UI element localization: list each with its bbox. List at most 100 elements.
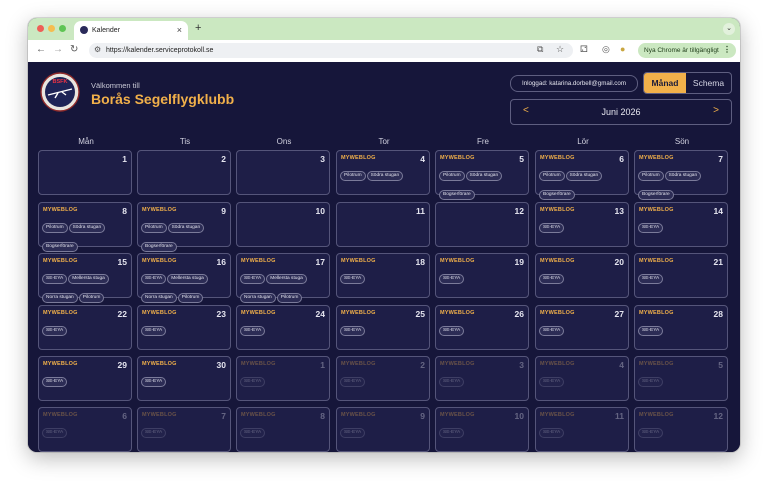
browser-tab-kalender[interactable]: Kalender ×	[74, 21, 188, 40]
booking-tag[interactable]: Mellersta stuga	[68, 274, 109, 284]
event-label[interactable]: MYWEBLOG	[639, 412, 674, 418]
event-label[interactable]: MYWEBLOG	[43, 310, 78, 316]
event-label[interactable]: MYWEBLOG	[142, 258, 177, 264]
booking-tag[interactable]: Södra stugan	[167, 223, 205, 233]
minimize-window-dot[interactable]	[48, 25, 55, 32]
event-label[interactable]: MYWEBLOG	[440, 412, 475, 418]
calendar-day-cell[interactable]: 5 MYWEBLOG SE-EYA	[634, 356, 728, 401]
event-label[interactable]: MYWEBLOG	[142, 361, 177, 367]
booking-tag[interactable]: SE-EYA	[42, 377, 68, 387]
booking-tag[interactable]: Södra stugan	[68, 223, 106, 233]
event-label[interactable]: MYWEBLOG	[540, 361, 575, 367]
calendar-day-cell[interactable]: 22 MYWEBLOG SE-EYA	[38, 305, 132, 350]
booking-tag[interactable]: SE-EYA	[539, 274, 565, 284]
event-label[interactable]: MYWEBLOG	[43, 258, 78, 264]
next-month-button[interactable]: >	[713, 105, 719, 116]
event-label[interactable]: MYWEBLOG	[341, 361, 376, 367]
booking-tag[interactable]: Pilotrum	[638, 171, 664, 181]
view-month-button[interactable]: Månad	[644, 73, 686, 93]
tab-close-icon[interactable]: ×	[177, 25, 182, 35]
event-label[interactable]: MYWEBLOG	[341, 155, 376, 161]
chrome-labs-icon[interactable]: ◎	[602, 44, 610, 55]
booking-tag[interactable]: SE-EYA	[638, 428, 664, 438]
booking-tag[interactable]: Mellersta stuga	[167, 274, 208, 284]
booking-tag[interactable]: SE-EYA	[539, 428, 565, 438]
event-label[interactable]: MYWEBLOG	[142, 412, 177, 418]
calendar-day-cell[interactable]: 6 MYWEBLOG SE-EYA	[38, 407, 132, 452]
event-label[interactable]: MYWEBLOG	[639, 258, 674, 264]
booking-tag[interactable]: Pilotrum	[439, 171, 465, 181]
event-label[interactable]: MYWEBLOG	[440, 361, 475, 367]
booking-tag[interactable]: SE-EYA	[340, 377, 366, 387]
calendar-day-cell[interactable]: 11 MYWEBLOG SE-EYA	[535, 407, 629, 452]
booking-tag[interactable]: SE-EYA	[42, 274, 68, 284]
view-schedule-button[interactable]: Schema	[686, 73, 731, 93]
calendar-day-cell[interactable]: 6 MYWEBLOG Pilotrum Södra stuganBogserförar…	[535, 150, 629, 200]
calendar-day-cell[interactable]: 15 MYWEBLOG SE-EYA Mellersta stugaNorra stu…	[38, 253, 132, 322]
booking-tag[interactable]: Södra stugan	[366, 171, 404, 181]
reload-icon[interactable]: ↻	[70, 44, 78, 55]
calendar-day-cell[interactable]: 23 MYWEBLOG SE-EYA	[137, 305, 231, 350]
booking-tag[interactable]: Södra stugan	[465, 171, 503, 181]
calendar-day-cell[interactable]: 9 MYWEBLOG Pilotrum Södra stuganBogserförar…	[137, 202, 231, 252]
booking-tag[interactable]: Pilotrum	[177, 293, 204, 303]
event-label[interactable]: MYWEBLOG	[440, 258, 475, 264]
booking-tag[interactable]: Bogserförare	[42, 242, 78, 252]
event-label[interactable]: MYWEBLOG	[241, 361, 276, 367]
calendar-day-cell[interactable]: 12	[435, 202, 529, 247]
event-label[interactable]: MYWEBLOG	[241, 310, 276, 316]
booking-tag[interactable]: Bogserförare	[638, 190, 674, 200]
calendar-day-cell[interactable]: 19 MYWEBLOG SE-EYA	[435, 253, 529, 298]
event-label[interactable]: MYWEBLOG	[540, 155, 575, 161]
event-label[interactable]: MYWEBLOG	[540, 412, 575, 418]
calendar-day-cell[interactable]: 14 MYWEBLOG SE-EYA	[634, 202, 728, 247]
calendar-day-cell[interactable]: 3	[236, 150, 330, 195]
tab-search-chevron-icon[interactable]: ⌄	[723, 23, 735, 35]
event-label[interactable]: MYWEBLOG	[540, 310, 575, 316]
login-status-badge[interactable]: Inloggad: katarina.dorbell@gmail.com	[510, 75, 638, 92]
booking-tag[interactable]: Mellersta stuga	[266, 274, 307, 284]
calendar-day-cell[interactable]: 20 MYWEBLOG SE-EYA	[535, 253, 629, 298]
booking-tag[interactable]: Pilotrum	[539, 171, 565, 181]
booking-tag[interactable]: Bogserförare	[539, 190, 575, 200]
calendar-day-cell[interactable]: 17 MYWEBLOG SE-EYA Mellersta stugaNorra stu…	[236, 253, 330, 322]
calendar-day-cell[interactable]: 29 MYWEBLOG SE-EYA	[38, 356, 132, 401]
calendar-day-cell[interactable]: 10	[236, 202, 330, 247]
booking-tag[interactable]: SE-EYA	[439, 274, 465, 284]
booking-tag[interactable]: SE-EYA	[141, 377, 167, 387]
booking-tag[interactable]: SE-EYA	[439, 377, 465, 387]
event-label[interactable]: MYWEBLOG	[241, 412, 276, 418]
calendar-day-cell[interactable]: 25 MYWEBLOG SE-EYA	[336, 305, 430, 350]
calendar-day-cell[interactable]: 12 MYWEBLOG SE-EYA	[634, 407, 728, 452]
calendar-day-cell[interactable]: 24 MYWEBLOG SE-EYA	[236, 305, 330, 350]
booking-tag[interactable]: SE-EYA	[240, 428, 266, 438]
booking-tag[interactable]: SE-EYA	[42, 326, 68, 336]
event-label[interactable]: MYWEBLOG	[341, 412, 376, 418]
event-label[interactable]: MYWEBLOG	[540, 207, 575, 213]
booking-tag[interactable]: SE-EYA	[638, 223, 664, 233]
event-label[interactable]: MYWEBLOG	[639, 361, 674, 367]
calendar-day-cell[interactable]: 3 MYWEBLOG SE-EYA	[435, 356, 529, 401]
extensions-puzzle-icon[interactable]: ⚁	[580, 44, 588, 55]
calendar-day-cell[interactable]: 28 MYWEBLOG SE-EYA	[634, 305, 728, 350]
booking-tag[interactable]: SE-EYA	[638, 274, 664, 284]
event-label[interactable]: MYWEBLOG	[440, 155, 475, 161]
back-arrow-icon[interactable]: ←	[36, 44, 46, 55]
booking-tag[interactable]: SE-EYA	[340, 326, 366, 336]
booking-tag[interactable]: Pilotrum	[141, 223, 167, 233]
calendar-day-cell[interactable]: 26 MYWEBLOG SE-EYA	[435, 305, 529, 350]
close-window-dot[interactable]	[37, 25, 44, 32]
booking-tag[interactable]: SE-EYA	[340, 274, 366, 284]
url-text[interactable]: https://kalender.serviceprotokoll.se	[106, 47, 213, 54]
calendar-day-cell[interactable]: 7 MYWEBLOG SE-EYA	[137, 407, 231, 452]
booking-tag[interactable]: Pilotrum	[340, 171, 366, 181]
booking-tag[interactable]: Pilotrum	[42, 223, 68, 233]
event-label[interactable]: MYWEBLOG	[639, 310, 674, 316]
site-settings-icon[interactable]: ⚙	[94, 45, 101, 54]
new-tab-button[interactable]: +	[195, 22, 201, 34]
event-label[interactable]: MYWEBLOG	[639, 207, 674, 213]
profile-avatar-icon[interactable]: ●	[620, 44, 625, 54]
calendar-day-cell[interactable]: 11	[336, 202, 430, 247]
booking-tag[interactable]: SE-EYA	[539, 223, 565, 233]
event-label[interactable]: MYWEBLOG	[341, 310, 376, 316]
